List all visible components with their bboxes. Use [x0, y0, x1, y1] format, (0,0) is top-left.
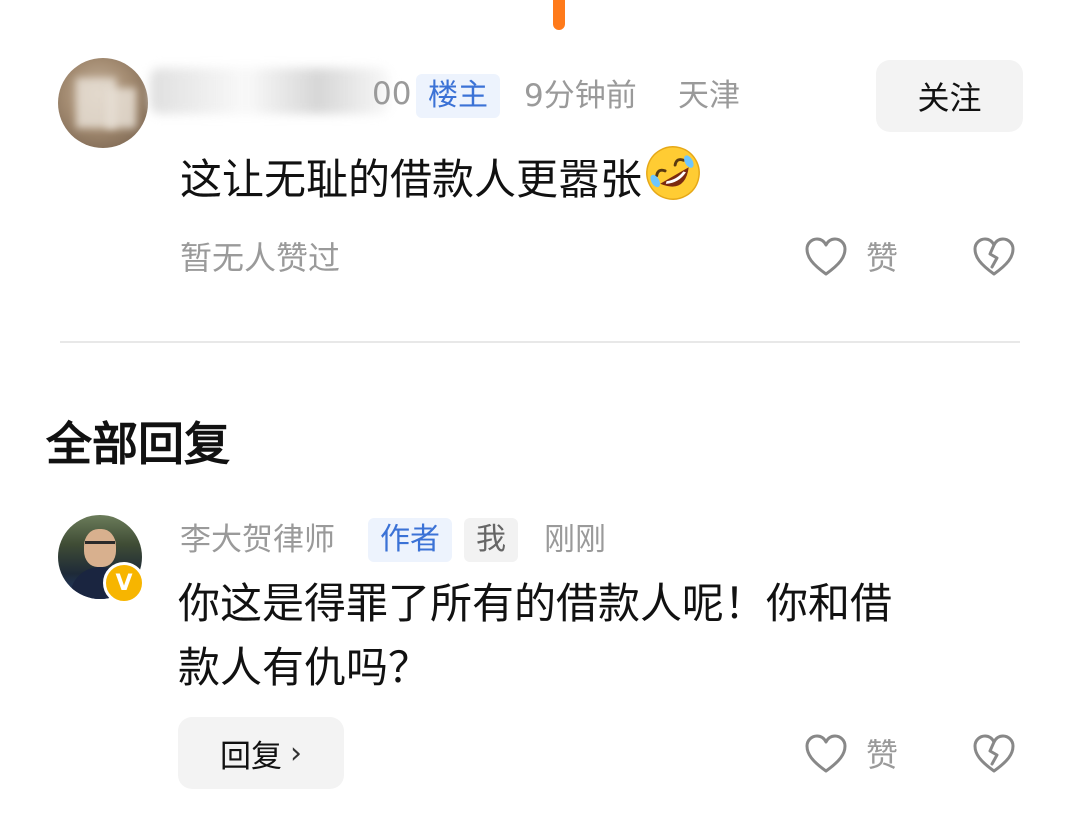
dislike-broken-heart-icon[interactable] [972, 236, 1016, 278]
username-redacted [150, 68, 390, 114]
scroll-indicator [553, 0, 565, 30]
follow-button[interactable]: 关注 [876, 60, 1023, 132]
reply-text: 你这是得罪了所有的借款人呢！你和借 款人有仇吗？ [178, 572, 892, 700]
verified-badge-icon: V [103, 562, 145, 604]
no-likes-text: 暂无人赞过 [180, 239, 341, 277]
comment-time: 9分钟前 [524, 78, 637, 114]
reply-like-label[interactable]: 赞 [866, 730, 898, 776]
replier-username[interactable]: 李大贺律师 [180, 520, 335, 560]
reply-time: 刚刚 [544, 522, 606, 558]
all-replies-title: 全部回复 [46, 417, 230, 471]
author-badge: 作者 [368, 518, 452, 562]
reply-button-label: 回复 [220, 738, 282, 775]
section-divider [60, 341, 1020, 343]
commenter-avatar[interactable] [58, 58, 148, 148]
reply-text-line1: 你这是得罪了所有的借款人呢！你和借 [178, 579, 893, 628]
rolling-laughing-emoji-icon [646, 146, 700, 200]
me-badge: 我 [464, 518, 518, 562]
reply-text-line2: 款人有仇吗？ [178, 643, 431, 692]
like-label[interactable]: 赞 [866, 233, 898, 279]
comment-body: 这让无耻的借款人更嚣张 [180, 155, 643, 204]
comment-text: 这让无耻的借款人更嚣张 [180, 142, 704, 212]
owner-badge: 楼主 [416, 74, 500, 118]
chevron-right-icon: › [290, 735, 302, 771]
reply-dislike-broken-heart-icon[interactable] [972, 733, 1016, 775]
username-tail: 00 [372, 76, 412, 112]
reply-like-heart-icon[interactable] [804, 733, 848, 775]
like-heart-icon[interactable] [804, 236, 848, 278]
comment-location: 天津 [678, 78, 740, 114]
reply-button[interactable]: 回复 › [178, 717, 344, 789]
